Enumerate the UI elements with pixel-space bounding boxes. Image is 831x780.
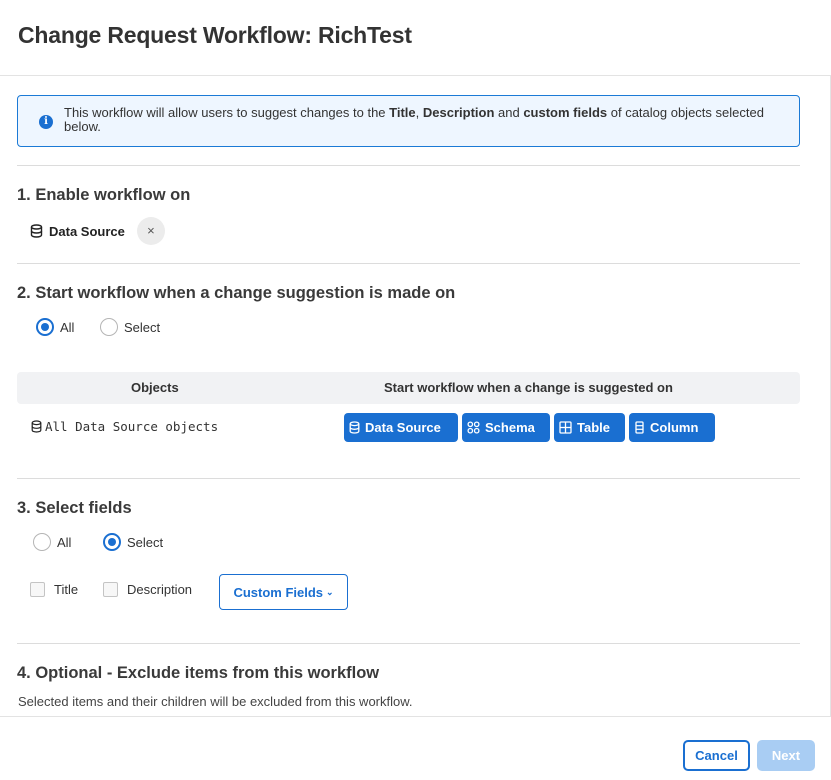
dialog-title: Change Request Workflow: RichTest — [18, 22, 412, 48]
cancel-button[interactable]: Cancel — [683, 740, 750, 771]
start-select-radio[interactable]: Select — [100, 318, 160, 336]
col-header-objects: Objects — [131, 380, 179, 395]
section-3-title: 3. Select fields — [17, 499, 132, 517]
column-icon — [635, 421, 644, 434]
radio-label: Select — [127, 534, 164, 550]
divider — [17, 263, 800, 264]
chip-label: Data Source — [49, 223, 125, 239]
title-checkbox[interactable]: Title — [30, 582, 78, 597]
checkbox-label: Description — [127, 582, 193, 597]
fields-select-radio[interactable]: Select — [103, 533, 163, 551]
section-1-title: 1. Enable workflow on — [17, 186, 191, 204]
chevron-down-icon: ⌄ — [326, 586, 334, 597]
enabled-on-chip: Data Source × — [30, 217, 165, 245]
database-icon — [30, 224, 43, 238]
row-label: All Data Source objects — [45, 419, 219, 434]
database-icon — [31, 420, 42, 433]
database-icon — [349, 421, 360, 434]
dialog-body[interactable]: i This workflow will allow users to sugg… — [0, 76, 831, 716]
col-header-start-on: Start workflow when a change is suggeste… — [384, 380, 673, 395]
dialog-footer: Cancel Next — [0, 716, 831, 780]
tag-column: Column — [629, 413, 715, 442]
divider — [17, 478, 800, 479]
tag-label: Schema — [485, 420, 535, 435]
fields-all-radio[interactable]: All — [33, 533, 71, 551]
remove-chip-button[interactable]: × — [136, 217, 165, 245]
info-icon: i — [39, 115, 53, 129]
radio-dot[interactable] — [33, 533, 51, 551]
checkbox-box[interactable] — [103, 582, 118, 597]
radio-dot[interactable] — [103, 533, 121, 551]
section-4-subtitle: Selected items and their children will b… — [18, 694, 413, 709]
info-banner: i This workflow will allow users to sugg… — [17, 95, 800, 147]
radio-dot[interactable] — [100, 318, 118, 336]
radio-label: Select — [124, 319, 161, 335]
info-text: This workflow will allow users to sugges… — [64, 105, 764, 134]
table-row: All Data Source objects — [31, 419, 218, 434]
tag-table: Table — [554, 413, 625, 442]
custom-fields-label: Custom Fields — [233, 584, 324, 600]
objects-table-header: Objects Start workflow when a change is … — [17, 372, 800, 404]
tag-label: Table — [577, 420, 610, 435]
tag-label: Column — [650, 420, 699, 435]
section-4-title: 4. Optional - Exclude items from this wo… — [17, 664, 380, 682]
checkbox-label: Title — [54, 582, 79, 597]
divider — [17, 643, 800, 644]
checkbox-box[interactable] — [30, 582, 45, 597]
radio-label: All — [57, 534, 72, 550]
tag-data-source: Data Source — [344, 413, 458, 442]
table-icon — [559, 421, 572, 434]
divider — [17, 165, 800, 166]
radio-label: All — [60, 319, 75, 335]
section-2-title: 2. Start workflow when a change suggesti… — [17, 284, 456, 302]
start-all-radio[interactable]: All — [36, 318, 74, 336]
schema-icon — [467, 421, 480, 434]
dialog-header: Change Request Workflow: RichTest — [0, 0, 831, 76]
tag-label: Data Source — [365, 420, 441, 435]
tag-schema: Schema — [462, 413, 550, 442]
custom-fields-dropdown[interactable]: Custom Fields ⌄ — [219, 574, 348, 610]
description-checkbox[interactable]: Description — [103, 582, 192, 597]
next-button[interactable]: Next — [757, 740, 815, 771]
radio-dot[interactable] — [36, 318, 54, 336]
